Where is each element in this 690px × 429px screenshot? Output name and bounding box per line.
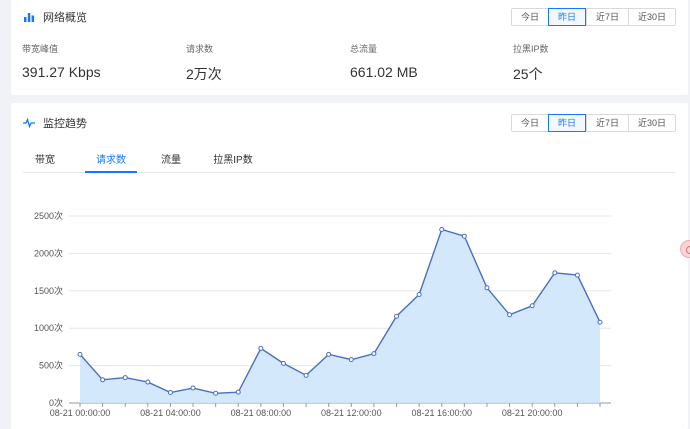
data-point xyxy=(190,385,196,391)
stat-requests: 请求数 2万次 xyxy=(186,42,222,84)
stat-value: 25个 xyxy=(513,66,543,82)
data-point xyxy=(597,319,603,325)
monitor-trend-card: 监控趋势 今日 昨日 近7日 近30日 带宽 请求数 流量 拉黑IP数 0次 50… xyxy=(11,103,688,429)
stat-label: 请求数 xyxy=(186,44,214,54)
stat-label: 带宽峰值 xyxy=(22,44,59,54)
data-point xyxy=(484,285,490,291)
overview-range-today[interactable]: 今日 xyxy=(511,9,548,25)
data-point xyxy=(326,351,332,357)
x-tick-label: 08-21 04:00:00 xyxy=(140,408,201,418)
stat-total-traffic: 总流量 661.02 MB xyxy=(350,42,418,80)
series-area xyxy=(80,229,600,403)
data-point xyxy=(348,357,354,363)
data-point xyxy=(235,389,241,395)
data-point xyxy=(507,312,513,318)
data-point xyxy=(213,390,219,396)
data-point xyxy=(280,360,286,366)
data-point xyxy=(100,377,106,383)
data-point xyxy=(574,272,580,278)
overview-range-30days[interactable]: 近30日 xyxy=(627,9,675,25)
network-overview-card: 网络概览 今日 昨日 近7日 近30日 带宽峰值 391.27 Kbps 请求数… xyxy=(11,0,688,95)
stat-bandwidth-peak: 带宽峰值 391.27 Kbps xyxy=(22,42,101,80)
x-tick-label: 08-21 16:00:00 xyxy=(411,408,472,418)
x-tick-label: 08-21 12:00:00 xyxy=(321,408,382,418)
stat-label: 拉黑IP数 xyxy=(513,44,549,54)
overview-range-yesterday[interactable]: 昨日 xyxy=(547,8,586,26)
data-point xyxy=(371,351,377,357)
data-point xyxy=(439,226,445,232)
data-point xyxy=(303,372,309,378)
y-tick-label: 1500次 xyxy=(34,285,63,296)
overview-header: 网络概览 xyxy=(23,9,87,25)
stat-value: 661.02 MB xyxy=(350,64,418,80)
stat-label: 总流量 xyxy=(350,44,378,54)
data-point xyxy=(122,375,128,381)
overview-title: 网络概览 xyxy=(43,12,87,24)
data-point xyxy=(416,292,422,298)
y-tick-label: 1000次 xyxy=(34,322,63,333)
overview-range-7days[interactable]: 近7日 xyxy=(585,9,628,25)
stat-blocked-ips: 拉黑IP数 25个 xyxy=(513,42,549,84)
y-tick-label: 2000次 xyxy=(34,247,63,258)
data-point xyxy=(394,313,400,319)
y-tick-label: 500次 xyxy=(39,360,63,371)
stat-value: 2万次 xyxy=(186,66,222,82)
data-point xyxy=(552,270,558,276)
data-point xyxy=(529,303,535,309)
y-tick-label: 0次 xyxy=(49,397,63,408)
y-tick-label: 2500次 xyxy=(34,210,63,221)
data-point xyxy=(167,390,173,396)
overview-range-selector: 今日 昨日 近7日 近30日 xyxy=(510,8,676,26)
requests-area-chart: 0次 500次 1000次 1500次 2000次 2500次 08-21 00:00:00… xyxy=(34,210,611,418)
data-point xyxy=(461,233,467,239)
x-tick-label: 08-21 00:00:00 xyxy=(50,408,111,418)
data-point xyxy=(145,379,151,385)
data-point xyxy=(77,351,83,357)
data-point xyxy=(258,345,264,351)
stat-value: 391.27 Kbps xyxy=(22,64,101,80)
bar-chart-icon xyxy=(24,13,35,22)
x-tick-label: 08-21 20:00:00 xyxy=(502,408,563,418)
x-tick-label: 08-21 08:00:00 xyxy=(231,408,292,418)
